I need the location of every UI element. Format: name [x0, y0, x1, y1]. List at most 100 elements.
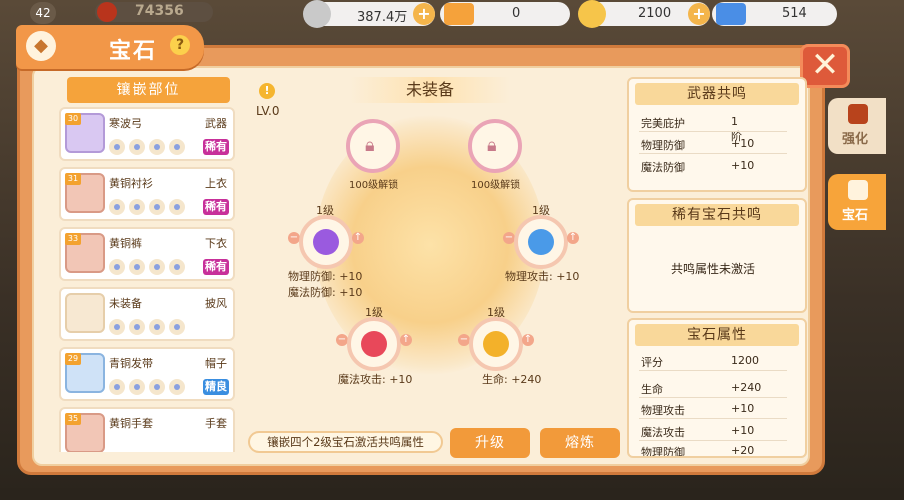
tab-label: 宝石 — [842, 208, 869, 223]
power-value: 74356 — [135, 3, 184, 19]
divider — [639, 418, 787, 419]
gold-coin-icon — [578, 0, 606, 28]
stat-key: 魔法攻击 — [641, 426, 685, 439]
stat-row: 魔法防御 +10 — [641, 159, 754, 175]
resonance-hint: 镶嵌四个2级宝石激活共鸣属性 — [248, 431, 443, 453]
gem-sockets — [109, 199, 189, 215]
stat-row: 评分 1200 — [641, 354, 759, 370]
orange-ticket-resource: 0 — [440, 2, 570, 26]
node-stat: 魔法防御: +10 — [288, 286, 363, 299]
blue-ticket-resource: 514 — [712, 2, 837, 26]
item-level: 29 — [65, 353, 81, 365]
gem-level-text: LV.0 — [256, 104, 280, 118]
center-title: 未装备 — [350, 77, 510, 103]
upgrade-gem-button[interactable]: ↑ — [400, 334, 412, 346]
help-button[interactable]: ? — [170, 35, 190, 55]
upgrade-gem-button[interactable]: ↑ — [567, 232, 579, 244]
upgrade-gem-button[interactable]: ↑ — [522, 334, 534, 346]
orange-ticket-amount: 0 — [512, 6, 521, 21]
info-icon[interactable]: ! — [259, 83, 275, 99]
item-level: 30 — [65, 113, 81, 125]
gem-socket[interactable] — [514, 215, 568, 269]
silver-plus-button[interactable]: + — [413, 3, 435, 25]
gold-amount: 2100 — [638, 6, 672, 21]
stat-key: 魔法防御 — [641, 161, 685, 174]
silver-coin-icon — [303, 0, 331, 28]
gem-socket[interactable] — [469, 317, 523, 371]
rarity-tag: 稀有 — [203, 199, 229, 215]
stat-value: +10 — [731, 159, 755, 172]
rarity-tag: 精良 — [203, 379, 229, 395]
item-level: 35 — [65, 413, 81, 425]
tab-enhance[interactable]: 强化 — [828, 98, 886, 154]
gem-sockets — [109, 259, 189, 275]
slot-item[interactable]: 30 寒波弓 武器 稀有 — [59, 107, 235, 161]
item-name: 黄铜衬衫 — [109, 177, 153, 190]
rare-resonance-panel: 稀有宝石共鸣 共鸣属性未激活 — [627, 198, 807, 313]
stat-value: +10 — [731, 424, 755, 437]
gem-socket[interactable] — [347, 317, 401, 371]
yellow-gem-icon — [483, 331, 509, 357]
silver-resource: 387.4万 + — [303, 0, 435, 28]
node-stat: 生命: +240 — [482, 373, 542, 386]
item-type: 披风 — [205, 297, 227, 310]
window-title: 宝石 — [109, 39, 158, 64]
upgrade-gem-button[interactable]: ↑ — [352, 232, 364, 244]
anvil-icon — [848, 104, 868, 124]
power-icon — [97, 2, 117, 22]
close-button[interactable]: ✕ — [800, 44, 850, 88]
lock-icon: 🔒︎ — [487, 135, 497, 156]
stat-key: 评分 — [641, 356, 663, 369]
tab-gem[interactable]: 宝石 — [828, 174, 886, 230]
empty-slot-icon — [65, 293, 105, 333]
gem-title-icon: ◆ — [26, 31, 56, 61]
panel-title: 宝石属性 — [635, 324, 799, 346]
stat-key: 生命 — [641, 383, 663, 396]
item-level: 33 — [65, 233, 81, 245]
slot-item[interactable]: 35 黄铜手套 手套 — [59, 407, 235, 452]
weapon-resonance-panel: 武器共鸣 完美庇护 1阶 物理防御 +10 魔法防御 +10 — [627, 77, 807, 192]
stat-key: 物理防御 — [641, 446, 685, 458]
slot-item[interactable]: 31 黄铜衬衫 上衣 稀有 — [59, 167, 235, 221]
stat-row: 物理攻击 +10 — [641, 402, 754, 418]
item-type: 手套 — [205, 417, 227, 430]
unlock-label: 100级解锁 — [349, 180, 399, 191]
stat-key: 物理攻击 — [641, 404, 685, 417]
stat-key: 完美庇护 — [641, 117, 685, 130]
lock-icon: 🔒︎ — [365, 135, 375, 156]
tab-label: 强化 — [842, 132, 869, 147]
gem-sockets — [109, 139, 189, 155]
gem-socket[interactable] — [299, 215, 353, 269]
divider — [639, 440, 787, 441]
stat-row: 物理防御 +10 — [641, 137, 754, 153]
orange-ticket-icon — [444, 3, 474, 25]
stat-value: +20 — [731, 444, 755, 457]
stat-value: +10 — [731, 137, 755, 150]
item-name: 黄铜手套 — [109, 417, 153, 430]
gem-socket-locked[interactable]: 🔒︎ — [468, 119, 522, 173]
equipment-slot-list[interactable]: 30 寒波弓 武器 稀有 31 黄铜衬衫 上衣 稀有 33 黄铜裤 下衣 稀有 … — [57, 107, 240, 452]
item-name: 寒波弓 — [109, 117, 142, 130]
gold-resource: 2100 + — [578, 0, 710, 28]
gold-plus-button[interactable]: + — [688, 3, 710, 25]
slot-item[interactable]: 未装备 披风 — [59, 287, 235, 341]
stat-row: 魔法攻击 +10 — [641, 424, 754, 440]
stat-value: 1200 — [731, 354, 759, 367]
stat-key: 物理防御 — [641, 139, 685, 152]
item-level: 31 — [65, 173, 81, 185]
unlock-label: 100级解锁 — [471, 180, 521, 191]
slot-item[interactable]: 33 黄铜裤 下衣 稀有 — [59, 227, 235, 281]
player-level-badge[interactable]: 42 — [30, 2, 56, 24]
upgrade-button[interactable]: 升级 — [450, 428, 530, 458]
stat-value: +10 — [731, 402, 755, 415]
gem-attributes-panel: 宝石属性 评分 1200 生命 +240 物理攻击 +10 魔法攻击 +10 物… — [627, 318, 807, 458]
item-name: 未装备 — [109, 297, 142, 310]
purple-gem-icon — [313, 229, 339, 255]
gem-socket-locked[interactable]: 🔒︎ — [346, 119, 400, 173]
item-name: 青铜发带 — [109, 357, 153, 370]
red-gem-icon — [361, 331, 387, 357]
slot-item[interactable]: 29 青铜发带 帽子 精良 — [59, 347, 235, 401]
smelt-button[interactable]: 熔炼 — [540, 428, 620, 458]
divider — [639, 370, 787, 371]
item-type: 帽子 — [205, 357, 227, 370]
